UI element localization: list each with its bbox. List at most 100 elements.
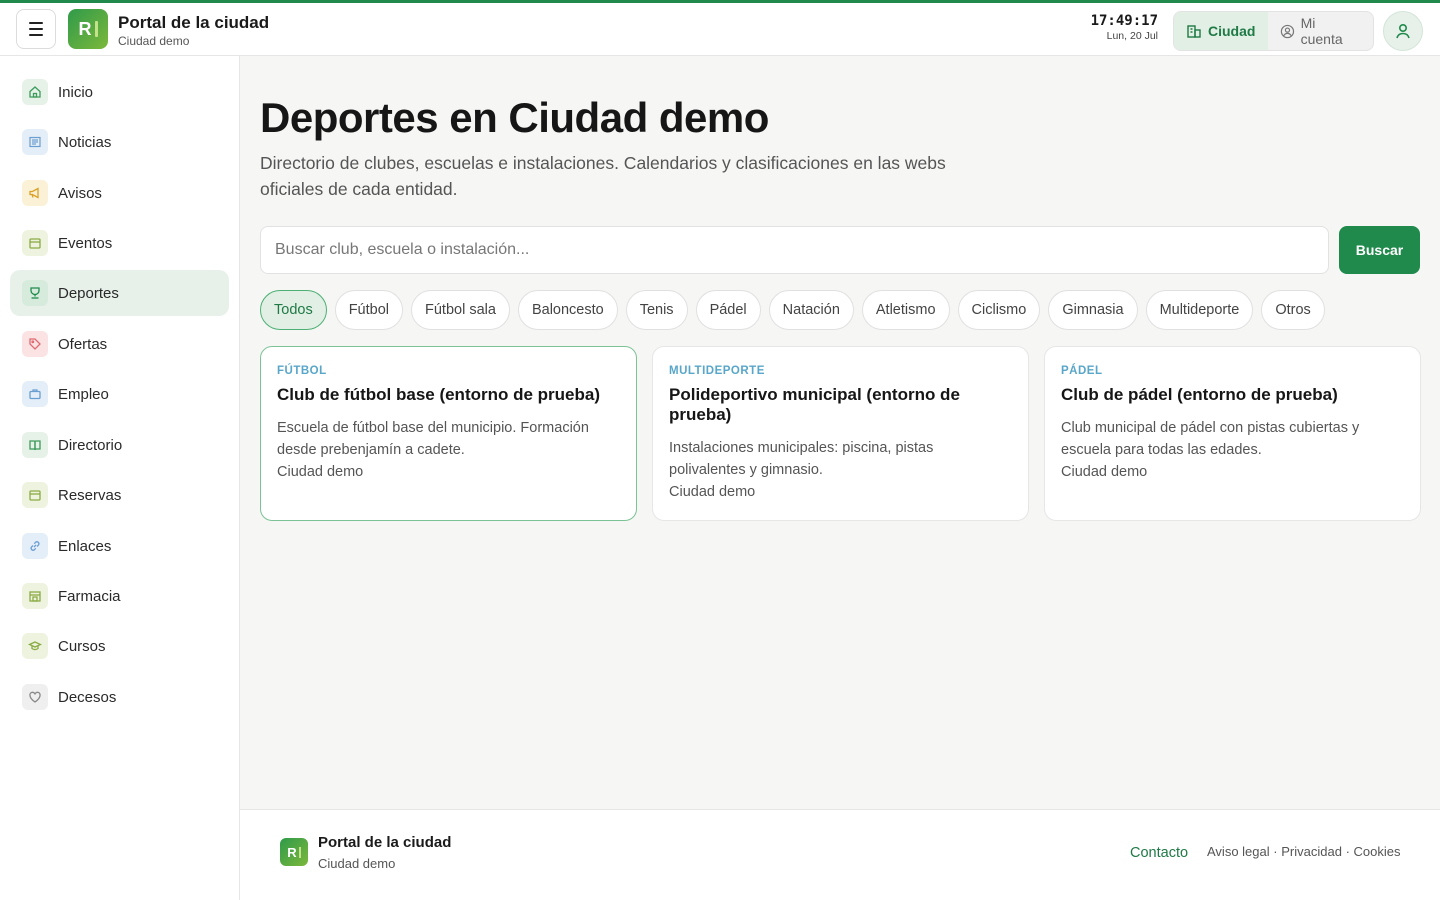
filter-chip-natacion[interactable]: Natación	[768, 290, 854, 330]
sidebar-item-inicio[interactable]: Inicio	[10, 69, 229, 115]
hamburger-menu-button[interactable]	[16, 9, 56, 49]
megaphone-icon	[22, 180, 48, 206]
card-category: MULTIDEPORTE	[669, 365, 765, 377]
logo-letter: R	[78, 18, 92, 39]
tab-mi-cuenta-label: Mi cuenta	[1300, 15, 1343, 47]
card-title: Club de fútbol base (entorno de prueba)	[277, 385, 600, 404]
sidebar-item-empleo[interactable]: Empleo	[10, 371, 229, 417]
home-icon	[22, 79, 48, 105]
calendar-icon	[22, 482, 48, 508]
filter-chip-futbol-sala[interactable]: Fútbol sala	[411, 290, 510, 330]
sidebar-item-label: Directorio	[58, 436, 123, 454]
user-icon	[1396, 23, 1410, 39]
footer-separator: ·	[1273, 844, 1278, 859]
user-avatar-button[interactable]	[1383, 11, 1423, 51]
clock-date: Lun, 20 Jul	[1106, 30, 1158, 42]
filter-chip-ciclismo[interactable]: Ciclismo	[957, 290, 1041, 330]
result-card[interactable]: MULTIDEPORTE Polideportivo municipal (en…	[652, 346, 1029, 521]
filter-chip-futbol[interactable]: Fútbol	[334, 290, 404, 330]
hamburger-icon	[29, 20, 43, 38]
footer-logo: R	[280, 838, 308, 866]
sidebar-item-avisos[interactable]: Avisos	[10, 170, 229, 216]
sidebar-item-label: Inicio	[58, 83, 94, 101]
sidebar-item-label: Reservas	[58, 486, 122, 504]
card-location: Ciudad demo	[277, 464, 364, 480]
card-category: PÁDEL	[1061, 365, 1103, 377]
sidebar-item-label: Deportes	[58, 284, 119, 302]
card-description: Instalaciones municipales: piscina, pist…	[669, 440, 934, 478]
card-title: Polideportivo municipal (entorno de prue…	[669, 385, 960, 424]
tab-ciudad-label: Ciudad	[1208, 23, 1256, 39]
result-card[interactable]: PÁDEL Club de pádel (entorno de prueba) …	[1044, 346, 1421, 521]
clock-time: 17:49:17	[1090, 13, 1158, 29]
sidebar-item-farmacia[interactable]: Farmacia	[10, 573, 229, 619]
footer-subtitle: Ciudad demo	[318, 856, 396, 871]
app-logo[interactable]: R	[68, 9, 108, 49]
tab-ciudad[interactable]: Ciudad	[1174, 12, 1268, 50]
footer-logo-letter: R	[287, 844, 297, 860]
trophy-icon	[22, 280, 48, 306]
tab-mi-cuenta[interactable]: Mi cuenta	[1268, 12, 1373, 50]
calendar-icon	[22, 230, 48, 256]
search-button[interactable]: Buscar	[1339, 226, 1420, 274]
sidebar-item-label: Farmacia	[58, 587, 121, 605]
graduation-cap-icon	[22, 633, 48, 659]
tag-icon	[22, 331, 48, 357]
sidebar-item-cursos[interactable]: Cursos	[10, 623, 229, 669]
card-location: Ciudad demo	[669, 484, 756, 500]
filter-chip-gimnasia[interactable]: Gimnasia	[1048, 290, 1138, 330]
sidebar-item-label: Ofertas	[58, 335, 108, 353]
filter-chip-baloncesto[interactable]: Baloncesto	[517, 290, 618, 330]
app-title: Portal de la ciudad	[118, 13, 270, 32]
footer-separator: ·	[1345, 844, 1350, 859]
filter-chip-todos[interactable]: Todos	[260, 290, 327, 330]
card-category: FÚTBOL	[277, 365, 327, 377]
results-grid: FÚTBOL Club de fútbol base (entorno de p…	[260, 346, 1421, 521]
sidebar-item-label: Eventos	[58, 234, 113, 252]
sidebar-item-noticias[interactable]: Noticias	[10, 119, 229, 165]
footer-title: Portal de la ciudad	[318, 834, 452, 851]
sidebar-item-decesos[interactable]: Decesos	[10, 674, 229, 720]
sidebar-item-deportes[interactable]: Deportes	[10, 270, 229, 316]
footer-link-aviso-legal[interactable]: Aviso legal	[1207, 844, 1270, 859]
filter-chip-tenis[interactable]: Tenis	[625, 290, 688, 330]
app-subtitle: Ciudad demo	[118, 34, 190, 48]
filter-chip-padel[interactable]: Pádel	[695, 290, 761, 330]
footer-link-cookies[interactable]: Cookies	[1354, 844, 1401, 859]
footer-link-privacidad[interactable]: Privacidad	[1281, 844, 1342, 859]
newspaper-icon	[22, 129, 48, 155]
user-circle-icon	[1280, 24, 1294, 38]
footer-legal-links: Aviso legal · Privacidad · Cookies	[1207, 844, 1401, 859]
sidebar: Inicio Noticias Avisos Eventos Deportes …	[0, 56, 240, 900]
card-title: Club de pádel (entorno de prueba)	[1061, 385, 1338, 404]
sidebar-item-label: Noticias	[58, 133, 112, 151]
card-description: Club municipal de pádel con pistas cubie…	[1061, 420, 1360, 458]
link-icon	[22, 533, 48, 559]
sidebar-item-eventos[interactable]: Eventos	[10, 220, 229, 266]
heart-icon	[22, 684, 48, 710]
sidebar-item-directorio[interactable]: Directorio	[10, 422, 229, 468]
filter-chip-atletismo[interactable]: Atletismo	[861, 290, 950, 330]
building-icon	[1187, 25, 1201, 38]
sidebar-item-label: Decesos	[58, 688, 117, 706]
sidebar-item-ofertas[interactable]: Ofertas	[10, 321, 229, 367]
page-title: Deportes en Ciudad demo	[260, 94, 769, 141]
sidebar-item-reservas[interactable]: Reservas	[10, 472, 229, 518]
filter-chip-multideporte[interactable]: Multideporte	[1145, 290, 1254, 330]
sidebar-item-label: Cursos	[58, 637, 106, 655]
sidebar-item-label: Empleo	[58, 385, 109, 403]
book-icon	[22, 432, 48, 458]
page-subtitle: Directorio de clubes, escuelas e instala…	[260, 153, 946, 199]
clock: 17:49:17 Lun, 20 Jul	[1091, 13, 1158, 42]
card-location: Ciudad demo	[1061, 464, 1148, 480]
pharmacy-icon	[22, 583, 48, 609]
result-card[interactable]: FÚTBOL Club de fútbol base (entorno de p…	[260, 346, 637, 521]
top-bar: R Portal de la ciudad Ciudad demo 17:49:…	[0, 0, 1440, 56]
sport-filters: Todos Fútbol Fútbol sala Baloncesto Teni…	[260, 290, 1325, 330]
sidebar-item-enlaces[interactable]: Enlaces	[10, 523, 229, 569]
search-input[interactable]	[260, 226, 1329, 274]
filter-chip-otros[interactable]: Otros	[1261, 290, 1325, 330]
footer-contact-link[interactable]: Contacto	[1130, 845, 1188, 861]
footer: R Portal de la ciudad Ciudad demo Contac…	[240, 809, 1440, 900]
context-switcher: Ciudad Mi cuenta	[1173, 11, 1374, 51]
